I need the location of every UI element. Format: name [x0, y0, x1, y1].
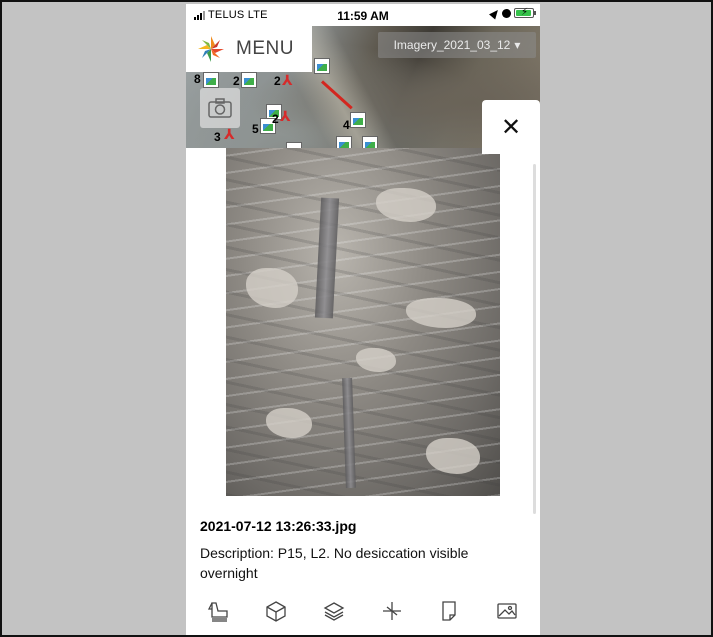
photo-clod: [376, 188, 436, 222]
photo-track: [314, 197, 340, 319]
imagery-select[interactable]: Imagery_2021_03_12 ▾: [378, 32, 536, 58]
battery-icon: ⚡: [514, 7, 536, 18]
scrollbar[interactable]: [533, 164, 536, 514]
status-right: ⚡: [489, 6, 536, 20]
excavator-icon: [207, 602, 228, 622]
site-photo[interactable]: [226, 148, 500, 496]
pdf-marker-icon[interactable]: ⅄: [282, 72, 293, 89]
layers-icon: [323, 602, 345, 621]
marker-count: 3: [214, 130, 221, 144]
app-logo-icon: [196, 34, 226, 64]
bottom-toolbar: [186, 587, 540, 635]
photo-clod: [246, 268, 298, 308]
layers-tool-button[interactable]: [318, 595, 350, 627]
photo-detail-panel: 2021-07-12 13:26:33.jpg Description: P15…: [186, 148, 540, 584]
photo-clod: [406, 298, 476, 328]
location-icon: [489, 6, 501, 20]
close-icon: ✕: [500, 113, 522, 141]
photo-clod: [356, 348, 396, 372]
marker-count: 2: [272, 112, 279, 126]
imagery-select-value: Imagery_2021_03_12: [393, 38, 511, 52]
phone-screen: TELUS LTE 11:59 AM ⚡ 5 8 2 2 ⅄ 3 ⅄ 5 ⅄ 2: [186, 4, 540, 635]
close-button[interactable]: ✕: [482, 100, 540, 154]
cube-icon: [266, 601, 287, 622]
note-icon: [442, 601, 457, 621]
chevron-down-icon: ▾: [514, 38, 521, 52]
status-bar: TELUS LTE 11:59 AM ⚡: [186, 4, 540, 26]
note-tool-button[interactable]: [433, 595, 465, 627]
photo-filename: 2021-07-12 13:26:33.jpg: [200, 518, 357, 534]
image-tool-button[interactable]: [491, 595, 523, 627]
photo-description: Description: P15, L2. No desiccation vis…: [200, 545, 469, 581]
camera-button[interactable]: [200, 88, 240, 128]
photo-marker[interactable]: [203, 72, 219, 88]
marker-count: 2: [233, 74, 240, 88]
photo-track: [342, 377, 356, 489]
pdf-marker-icon[interactable]: ⅄: [280, 108, 291, 125]
photo-marker[interactable]: [241, 72, 257, 88]
marker-count: 8: [194, 72, 201, 86]
photo-marker[interactable]: [350, 112, 366, 128]
clock: 11:59 AM: [337, 9, 389, 23]
model-3d-tool-button[interactable]: [260, 595, 292, 627]
marker-count: 4: [343, 118, 350, 132]
photo-marker[interactable]: [314, 58, 330, 74]
menu-label: MENU: [236, 38, 294, 59]
measure-tool-button[interactable]: [376, 595, 408, 627]
menu-button[interactable]: MENU: [186, 26, 312, 72]
pdf-marker-icon[interactable]: ⅄: [224, 126, 235, 143]
excavator-tool-button[interactable]: [203, 595, 235, 627]
photo-clod: [426, 438, 480, 474]
alarm-icon: [502, 8, 511, 18]
marker-count: 5: [252, 122, 259, 136]
measure-icon: [382, 602, 401, 620]
marker-count: 2: [274, 74, 281, 88]
image-icon: [497, 603, 517, 619]
camera-icon: [208, 98, 232, 118]
photo-clod: [266, 408, 312, 438]
